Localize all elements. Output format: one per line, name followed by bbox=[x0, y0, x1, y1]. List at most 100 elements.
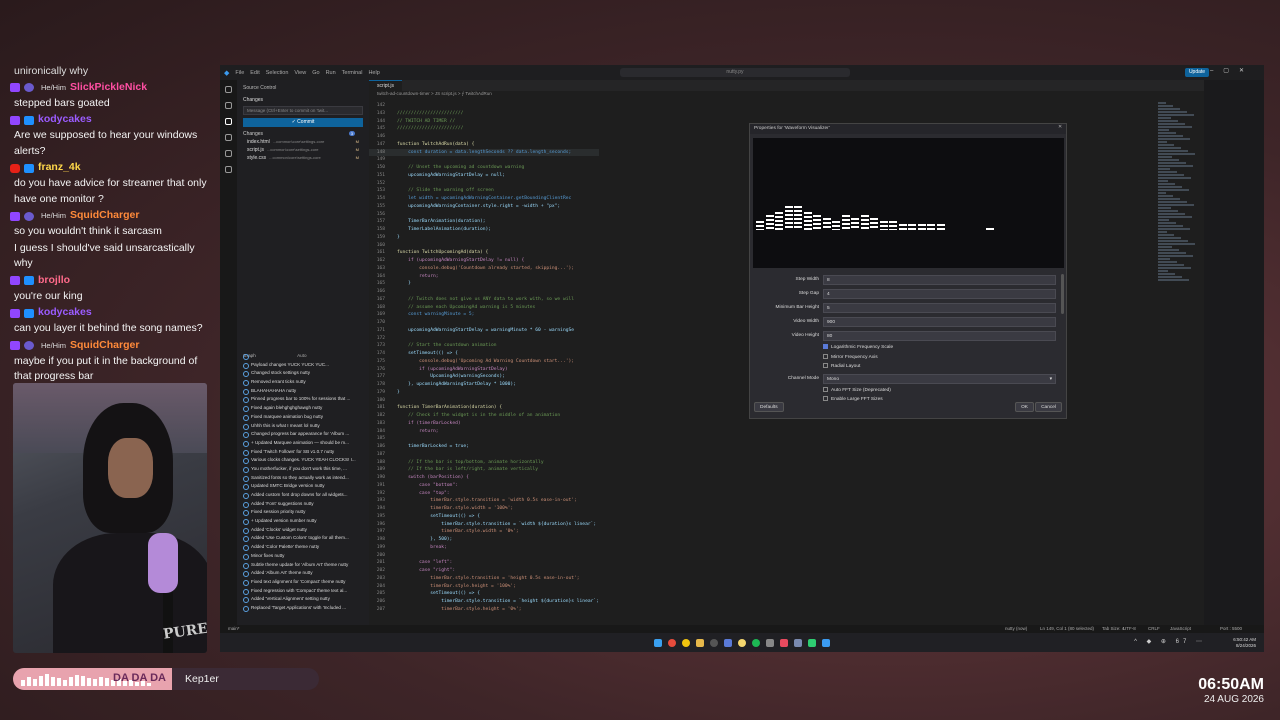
cancel-button[interactable]: Cancel bbox=[1035, 402, 1062, 412]
commit-entry[interactable]: BLAHAHAHAHA nutty bbox=[237, 387, 369, 396]
minimap[interactable] bbox=[1158, 102, 1198, 322]
commit-entry[interactable]: Changed stock settings nutty bbox=[237, 369, 369, 378]
commit-button[interactable]: ✓ Commit bbox=[243, 118, 363, 127]
start-icon[interactable] bbox=[654, 638, 662, 647]
code-line[interactable]: 175 console.debug('Upcoming Ad Warning C… bbox=[369, 358, 599, 366]
spotify-icon[interactable] bbox=[752, 638, 760, 647]
commit-entry[interactable]: Added 'Clocks' widget nutty bbox=[237, 526, 369, 535]
code-line[interactable]: 202 case "right": bbox=[369, 567, 599, 575]
commit-entry[interactable]: Added 'Color Palette' theme nutty bbox=[237, 543, 369, 552]
code-line[interactable]: 156 bbox=[369, 211, 599, 219]
app-icon[interactable] bbox=[724, 638, 732, 647]
remote-icon[interactable] bbox=[225, 166, 232, 173]
code-line[interactable]: 180 bbox=[369, 397, 599, 405]
commit-entry[interactable]: Various clocks changes. YUCK YEAH CLOCKS… bbox=[237, 456, 369, 465]
folder-icon[interactable] bbox=[696, 638, 704, 647]
code-line[interactable]: 198 }, 500); bbox=[369, 536, 599, 544]
vscode-taskbar-icon[interactable] bbox=[822, 638, 830, 647]
code-line[interactable]: 195 setTimeout(() => { bbox=[369, 513, 599, 521]
commit-entry[interactable]: Fixed text alignment for 'Compact' theme… bbox=[237, 578, 369, 587]
status-user[interactable]: nutty (now) bbox=[1005, 625, 1027, 633]
graph-title[interactable]: Graph Auto bbox=[237, 352, 369, 361]
code-line[interactable]: 151 upcomingAdWarningStartDelay = null; bbox=[369, 172, 599, 180]
commit-entry[interactable]: + Updated Marquee animation — should be … bbox=[237, 439, 369, 448]
property-spinbox[interactable]: 900 bbox=[823, 317, 1056, 327]
code-line[interactable]: 190 switch (barPosition) { bbox=[369, 474, 599, 482]
commit-entry[interactable]: Added 'Font' suggestions nutty bbox=[237, 500, 369, 509]
bulb-icon[interactable] bbox=[738, 638, 746, 647]
commit-entry[interactable]: + Updated version number nutty bbox=[237, 517, 369, 526]
code-line[interactable]: 187 bbox=[369, 451, 599, 459]
code-line[interactable]: 145 //////////////////////// bbox=[369, 125, 599, 133]
tab-script-js[interactable]: script.js bbox=[369, 80, 402, 91]
code-line[interactable]: 157 TimerBarAnimation(duration); bbox=[369, 218, 599, 226]
changed-file[interactable]: index.html ...common\core\settings-core M bbox=[237, 138, 369, 146]
search-icon[interactable] bbox=[225, 102, 232, 109]
property-spinbox[interactable]: 5 bbox=[823, 303, 1056, 313]
checkbox-box[interactable] bbox=[823, 386, 828, 392]
menu-item[interactable]: Help bbox=[368, 70, 379, 76]
commit-entry[interactable]: Added 'Album Art' theme nutty bbox=[237, 569, 369, 578]
code-line[interactable]: 193 timerBar.style.transition = 'width 0… bbox=[369, 497, 599, 505]
code-line[interactable]: 186 timerBarLocked = true; bbox=[369, 443, 599, 451]
code-line[interactable]: 171 upcomingAdWarningStartDelay = warnin… bbox=[369, 327, 599, 335]
defaults-button[interactable]: Defaults bbox=[754, 402, 784, 412]
code-line[interactable]: 158 TimerLabelAnimation(duration); bbox=[369, 226, 599, 234]
run-debug-icon[interactable] bbox=[225, 134, 232, 141]
update-button[interactable]: Update bbox=[1185, 68, 1209, 77]
explorer-icon[interactable] bbox=[225, 86, 232, 93]
code-line[interactable]: 191 case "bottom": bbox=[369, 482, 599, 490]
code-line[interactable]: 206 timerBar.style.transition = `height … bbox=[369, 598, 599, 606]
commit-entry[interactable]: Removed errant ticks nutty bbox=[237, 378, 369, 387]
property-checkbox[interactable]: Logarithmic Frequency Scale bbox=[753, 344, 1059, 354]
tool-icon[interactable] bbox=[794, 638, 802, 647]
code-line[interactable]: 162 if (upcomingAdWarningStartDelay != n… bbox=[369, 257, 599, 265]
checkbox-box[interactable] bbox=[823, 344, 828, 349]
window-controls[interactable]: –▢✕ bbox=[1210, 67, 1254, 74]
commit-entry[interactable]: Added 'Use Custom Colors' toggle for all… bbox=[237, 534, 369, 543]
code-line[interactable]: 154 let width = upcomingAdWarningContain… bbox=[369, 195, 599, 203]
code-line[interactable]: 148 const duration = data.lengthSeconds … bbox=[369, 148, 599, 157]
code-line[interactable]: 173 // Start the countdown animation bbox=[369, 342, 599, 350]
code-line[interactable]: 153 // Slide the warning off screen bbox=[369, 187, 599, 195]
obs-icon[interactable] bbox=[710, 638, 718, 647]
status-language[interactable]: JavaScript bbox=[1170, 625, 1191, 633]
menu-item[interactable]: Selection bbox=[266, 70, 289, 76]
code-line[interactable]: 184 return; bbox=[369, 428, 599, 436]
code-line[interactable]: 167 // Twitch does not give us ANY data … bbox=[369, 296, 599, 304]
code-line[interactable]: 147 function TwitchAdRun(data) { bbox=[369, 141, 599, 149]
code-line[interactable]: 179} bbox=[369, 389, 599, 397]
property-checkbox[interactable]: Mirror Frequency Axis bbox=[753, 353, 1059, 364]
status-branch[interactable]: main* bbox=[228, 625, 240, 633]
code-line[interactable]: 152 bbox=[369, 180, 599, 188]
code-line[interactable]: 182 // Check if the widget is in the mid… bbox=[369, 412, 599, 420]
commit-entry[interactable]: Uhhh this is what I meant lol nutty bbox=[237, 422, 369, 431]
command-center[interactable]: nutty.py bbox=[620, 68, 850, 77]
commit-entry[interactable]: Added 'Vertical Alignment' setting nutty bbox=[237, 595, 369, 604]
code-line[interactable]: 143 //////////////////////// bbox=[369, 110, 599, 118]
code-content[interactable]: 142 143 //////////////////////// 144 // TWIT… bbox=[369, 102, 599, 614]
code-line[interactable]: 170 bbox=[369, 319, 599, 327]
properties-scrollbar[interactable] bbox=[1061, 274, 1064, 314]
code-line[interactable]: 142 bbox=[369, 102, 599, 110]
media-icon[interactable] bbox=[766, 638, 774, 647]
commit-entry[interactable]: Updated SMTC Bridge version nutty bbox=[237, 482, 369, 491]
code-line[interactable]: 155 upcomingAdWarningContainer.style.rig… bbox=[369, 203, 599, 211]
commit-entry[interactable]: Fixed marquee animation bug nutty bbox=[237, 413, 369, 422]
menu-item[interactable]: Terminal bbox=[342, 70, 363, 76]
commit-message-input[interactable]: Message (Ctrl+Enter to commit on 'twit..… bbox=[243, 106, 363, 115]
commit-entry[interactable]: You motherfucker, if you don't work this… bbox=[237, 465, 369, 474]
checkbox-box[interactable] bbox=[823, 353, 828, 359]
commit-entry[interactable]: Replaced 'Target Applications' with 'Inc… bbox=[237, 604, 369, 613]
breadcrumb[interactable]: twitch-ad-countdown-timer > JS script.js… bbox=[369, 91, 1204, 99]
extensions-icon[interactable] bbox=[225, 150, 232, 157]
code-line[interactable]: 205 setTimeout(() => { bbox=[369, 590, 599, 598]
changes-group[interactable]: Changes 3 bbox=[237, 130, 369, 138]
commit-entry[interactable]: Fixed session priority nutty bbox=[237, 508, 369, 517]
code-line[interactable]: 166 bbox=[369, 288, 599, 296]
tray-clock[interactable]: 6:50:42 AM 8/24/2026 bbox=[1233, 637, 1256, 649]
sheet-icon[interactable] bbox=[808, 638, 816, 647]
code-line[interactable]: 197 timerBar.style.width = '0%'; bbox=[369, 528, 599, 536]
status-tab-size[interactable]: Tab Size: 4 bbox=[1102, 625, 1124, 633]
status-eol[interactable]: CRLF bbox=[1148, 625, 1160, 633]
